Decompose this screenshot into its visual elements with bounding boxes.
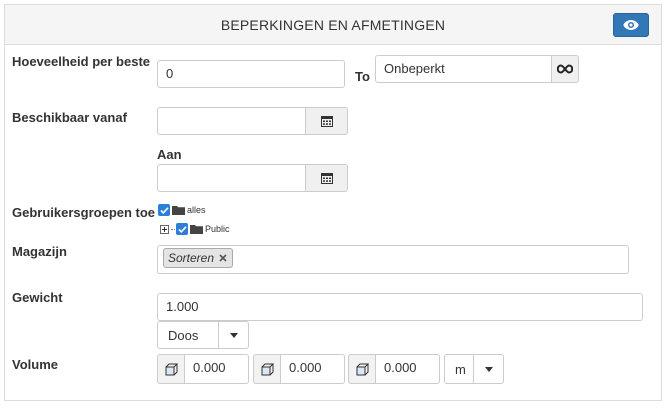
eye-icon [623,20,639,30]
tree-item-label: alles [187,205,206,215]
calendar-icon [320,173,333,184]
unlimited-button[interactable] [551,55,579,83]
folder-icon [190,225,203,234]
weight-label: Gewicht [12,290,63,305]
panel-title: BEPERKINGEN EN AFMETINGEN [220,17,446,33]
available-from-input[interactable] [157,107,306,135]
volume-unit-select[interactable]: m [444,354,504,384]
weight-input[interactable]: 1.000 [157,293,643,321]
order-quantity-to-input[interactable]: Onbeperkt [375,55,552,83]
volume-height-addon [348,354,376,384]
close-icon[interactable] [218,253,228,263]
cube-icon [356,363,369,375]
user-groups-label: Gebruikersgroepen toe [12,205,156,220]
available-to-input[interactable] [157,164,306,192]
available-from-label: Beschikbaar vanaf [12,110,127,125]
available-from-calendar-button[interactable] [305,107,348,135]
order-quantity-label: Hoeveelheid per beste [12,54,150,69]
warehouse-tag: Sorteren [163,248,234,268]
volume-unit-value: m [455,361,466,377]
cube-icon [165,363,178,375]
volume-width-input[interactable]: 0.000 [280,354,345,384]
weight-unit-value: Doos [168,327,199,343]
folder-icon [172,206,185,215]
volume-length-input[interactable]: 0.000 [184,354,249,384]
expand-plus-icon[interactable] [160,224,169,234]
volume-width-addon [253,354,281,384]
calendar-icon [320,116,333,127]
visibility-toggle-button[interactable] [613,13,649,37]
infinity-icon [557,64,573,74]
cube-icon [261,363,274,375]
tree-item-label: Public [205,224,230,234]
warehouse-label: Magazijn [12,244,67,259]
chevron-down-icon [473,355,503,383]
tree-item-alles[interactable]: alles [158,204,206,216]
volume-label: Volume [12,357,58,372]
weight-unit-select[interactable]: Doos [157,321,249,349]
checkbox-checked-icon[interactable] [176,223,188,235]
volume-height-input[interactable]: 0.000 [375,354,440,384]
panel-header: BEPERKINGEN EN AFMETINGEN [5,5,661,45]
checkbox-checked-icon[interactable] [158,204,170,216]
tree-item-public[interactable]: Public [160,223,230,235]
available-to-calendar-button[interactable] [305,164,348,192]
order-quantity-from-input[interactable]: 0 [157,60,345,88]
chevron-down-icon [218,322,248,348]
order-quantity-to-label: To [355,69,370,84]
tag-label: Sorteren [168,251,215,265]
available-to-label: Aan [157,147,182,162]
volume-length-addon [157,354,185,384]
tree-connector [171,228,175,230]
